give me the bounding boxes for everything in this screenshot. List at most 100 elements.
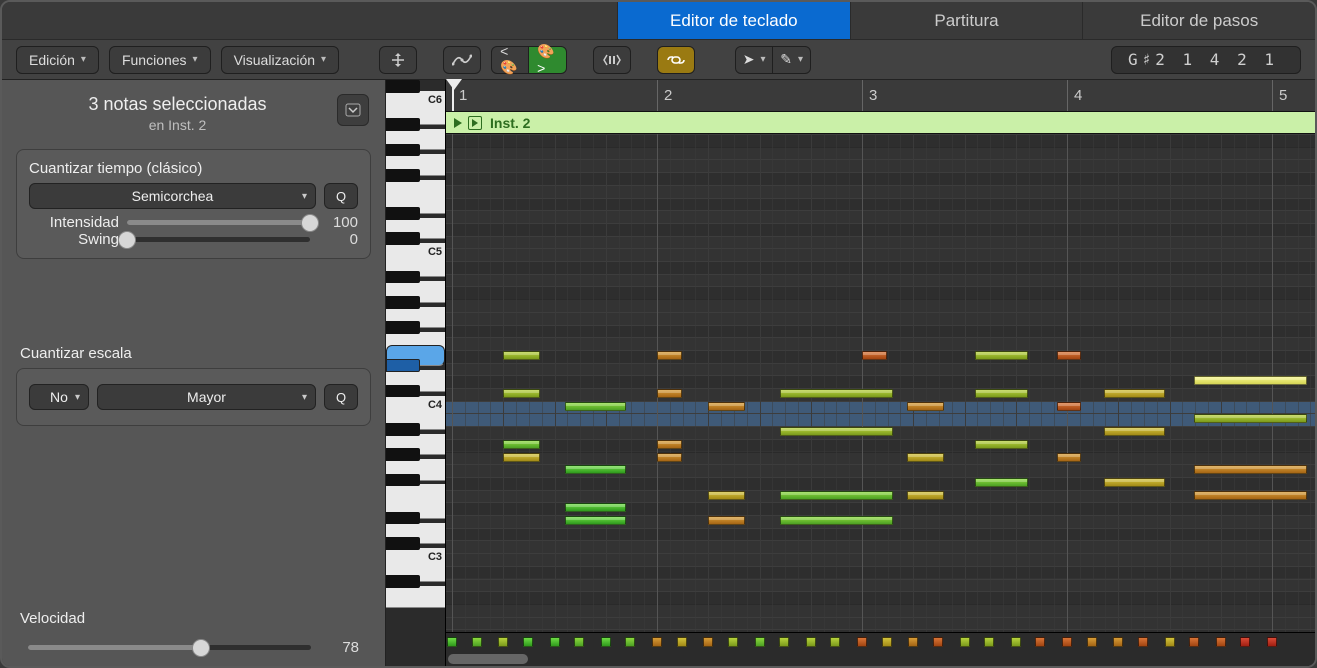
midi-note[interactable] — [565, 516, 627, 525]
midi-note[interactable] — [565, 503, 627, 512]
velocity-marker[interactable] — [1062, 637, 1072, 647]
scale-type-select[interactable]: Mayor▾ — [97, 384, 316, 410]
black-key[interactable] — [386, 207, 420, 220]
strength-slider[interactable] — [127, 220, 310, 225]
velocity-marker[interactable] — [1011, 637, 1021, 647]
midi-out-button[interactable]: 🎨> — [529, 46, 567, 74]
scale-enable-select[interactable]: No▾ — [29, 384, 89, 410]
black-key[interactable] — [386, 385, 420, 398]
velocity-marker[interactable] — [806, 637, 816, 647]
midi-note[interactable] — [657, 351, 682, 360]
velocity-marker[interactable] — [625, 637, 635, 647]
automation-curve-button[interactable] — [443, 46, 481, 74]
piano-keyboard[interactable]: C6C5C4C3 — [386, 80, 446, 666]
tab-keyboard[interactable]: Editor de teclado — [617, 2, 850, 39]
midi-note[interactable] — [907, 402, 944, 411]
menu-functions[interactable]: Funciones▾ — [109, 46, 211, 74]
velocity-lane[interactable] — [446, 632, 1315, 652]
midi-note[interactable] — [862, 351, 887, 360]
midi-note[interactable] — [1194, 414, 1307, 423]
velocity-marker[interactable] — [960, 637, 970, 647]
midi-note[interactable] — [975, 389, 1028, 398]
midi-note[interactable] — [503, 351, 540, 360]
black-key[interactable] — [386, 448, 420, 461]
velocity-marker[interactable] — [1267, 637, 1277, 647]
midi-note[interactable] — [1057, 351, 1082, 360]
white-key[interactable] — [386, 586, 445, 608]
playhead[interactable] — [452, 80, 454, 111]
midi-note[interactable] — [1194, 491, 1307, 500]
pointer-tool[interactable]: ➤▾ — [735, 46, 773, 74]
velocity-marker[interactable] — [447, 637, 457, 647]
velocity-marker[interactable] — [550, 637, 560, 647]
velocity-marker[interactable] — [574, 637, 584, 647]
velocity-marker[interactable] — [728, 637, 738, 647]
midi-note[interactable] — [1104, 478, 1166, 487]
velocity-marker[interactable] — [933, 637, 943, 647]
tab-step[interactable]: Editor de pasos — [1082, 2, 1315, 39]
quantize-apply-button[interactable]: Q — [324, 183, 358, 209]
midi-note[interactable] — [565, 465, 627, 474]
velocity-marker[interactable] — [1035, 637, 1045, 647]
pencil-tool[interactable]: ✎▾ — [773, 46, 811, 74]
velocity-marker[interactable] — [1113, 637, 1123, 647]
tab-score[interactable]: Partitura — [850, 2, 1083, 39]
midi-in-button[interactable]: <🎨 — [491, 46, 529, 74]
swing-slider[interactable] — [127, 237, 310, 242]
velocity-marker[interactable] — [703, 637, 713, 647]
velocity-marker[interactable] — [652, 637, 662, 647]
black-key[interactable] — [386, 80, 420, 93]
velocity-marker[interactable] — [857, 637, 867, 647]
black-key[interactable] — [386, 423, 420, 436]
velocity-marker[interactable] — [601, 637, 611, 647]
midi-note[interactable] — [907, 491, 944, 500]
black-key[interactable] — [386, 537, 420, 550]
black-key[interactable] — [386, 271, 420, 284]
midi-note[interactable] — [1104, 427, 1166, 436]
midi-note[interactable] — [1194, 376, 1307, 385]
black-key[interactable] — [386, 359, 420, 372]
scale-apply-button[interactable]: Q — [324, 384, 358, 410]
midi-note[interactable] — [1057, 402, 1082, 411]
catch-playhead-button[interactable] — [379, 46, 417, 74]
midi-note[interactable] — [975, 351, 1028, 360]
midi-note[interactable] — [503, 389, 540, 398]
black-key[interactable] — [386, 144, 420, 157]
midi-note[interactable] — [657, 440, 682, 449]
midi-note[interactable] — [708, 516, 745, 525]
black-key[interactable] — [386, 321, 420, 334]
velocity-marker[interactable] — [1087, 637, 1097, 647]
velocity-marker[interactable] — [523, 637, 533, 647]
velocity-marker[interactable] — [677, 637, 687, 647]
horizontal-scrollbar[interactable] — [446, 652, 1315, 666]
black-key[interactable] — [386, 118, 420, 131]
velocity-marker[interactable] — [1216, 637, 1226, 647]
play-region-icon[interactable] — [468, 116, 482, 130]
black-key[interactable] — [386, 575, 420, 588]
menu-edit[interactable]: Edición▾ — [16, 46, 99, 74]
collapse-button[interactable] — [593, 46, 631, 74]
quantize-value-select[interactable]: Semicorchea▾ — [29, 183, 316, 209]
midi-note[interactable] — [657, 453, 682, 462]
inspector-disclosure-button[interactable] — [337, 94, 369, 126]
midi-note[interactable] — [780, 427, 893, 436]
black-key[interactable] — [386, 512, 420, 525]
velocity-marker[interactable] — [882, 637, 892, 647]
velocity-marker[interactable] — [1240, 637, 1250, 647]
midi-note[interactable] — [975, 440, 1028, 449]
midi-note[interactable] — [503, 453, 540, 462]
midi-note[interactable] — [503, 440, 540, 449]
midi-note[interactable] — [780, 491, 893, 500]
black-key[interactable] — [386, 169, 420, 182]
velocity-marker[interactable] — [1138, 637, 1148, 647]
midi-note[interactable] — [657, 389, 682, 398]
velocity-marker[interactable] — [1165, 637, 1175, 647]
velocity-marker[interactable] — [498, 637, 508, 647]
midi-note[interactable] — [1194, 465, 1307, 474]
menu-view[interactable]: Visualización▾ — [221, 46, 340, 74]
velocity-slider[interactable] — [28, 645, 311, 650]
locator-display[interactable]: G♯2 1 4 2 1 — [1111, 46, 1301, 74]
velocity-marker[interactable] — [472, 637, 482, 647]
midi-note[interactable] — [708, 491, 745, 500]
midi-note[interactable] — [1104, 389, 1166, 398]
